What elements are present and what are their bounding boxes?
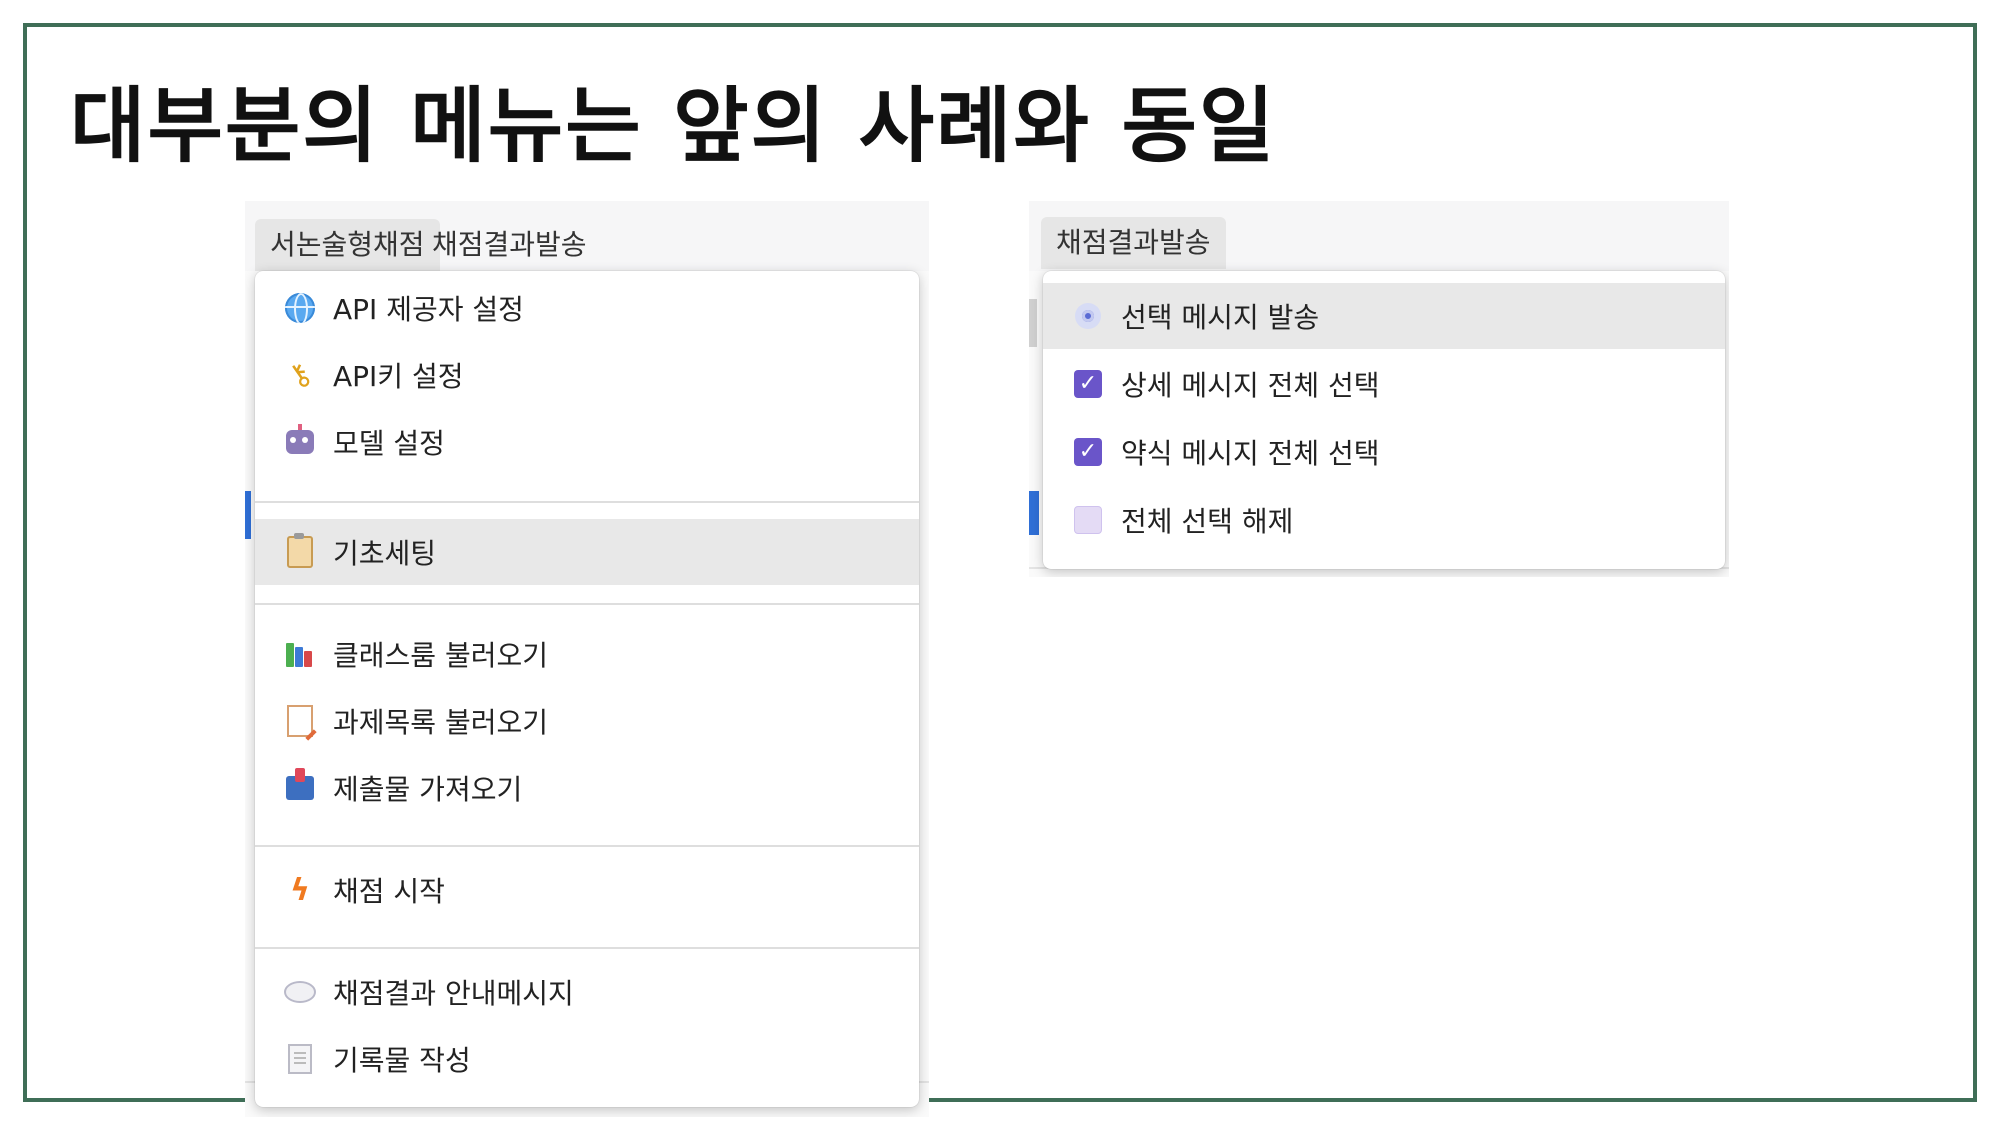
dropdown-menu: API 제공자 설정 ⚷ API키 설정 모델 설정 기초세팅 클래스룸 불러오… [255, 271, 919, 1107]
menu-separator [255, 603, 919, 605]
background-sheet-edge [1029, 299, 1037, 347]
menu-item-load-classroom[interactable]: 클래스룸 불러오기 [255, 621, 919, 687]
menu-item-result-message[interactable]: 채점결과 안내메시지 [255, 959, 919, 1025]
checkbox-checked-icon: ✓ [1071, 435, 1105, 469]
dropdown-menu: 선택 메시지 발송 ✓ 상세 메시지 전체 선택 ✓ 약식 메시지 전체 선택 … [1043, 271, 1725, 569]
checkbox-checked-icon: ✓ [1071, 367, 1105, 401]
lightning-icon: ϟ [290, 872, 310, 908]
menu-item-label: 제출물 가져오기 [333, 773, 523, 806]
menu-item-basic-settings[interactable]: 기초세팅 [255, 519, 919, 585]
menu-item-label: 채점결과 안내메시지 [333, 977, 574, 1010]
menu-tab-grading-results[interactable]: 채점결과발송 [417, 219, 602, 271]
menu-item-write-record[interactable]: 기록물 작성 [255, 1026, 919, 1092]
menu-item-label: 과제목록 불러오기 [333, 706, 548, 739]
menu-item-label: API키 설정 [333, 360, 464, 393]
menu-item-model[interactable]: 모델 설정 [255, 409, 919, 475]
menu-item-select-all-brief[interactable]: ✓ 약식 메시지 전체 선택 [1043, 419, 1725, 485]
menu-tab-grading-results[interactable]: 채점결과발송 [1041, 217, 1226, 269]
menu-item-label: 기록물 작성 [333, 1044, 471, 1077]
inbox-tray-icon [283, 768, 317, 805]
slide: 대부분의 메뉴는 앞의 사례와 동일 서논술형채점 채점결과발송 API 제공자… [23, 23, 1977, 1117]
memo-icon [283, 704, 317, 738]
menu-tab-essay-grading[interactable]: 서논술형채점 [255, 219, 440, 271]
menu-item-label: 채점 시작 [333, 875, 445, 908]
menu-item-load-assignments[interactable]: 과제목록 불러오기 [255, 688, 919, 754]
menu-item-label: API 제공자 설정 [333, 293, 524, 326]
background-sheet-selection [245, 491, 251, 539]
menu-item-label: 모델 설정 [333, 427, 445, 460]
background-sheet-selection [1029, 491, 1039, 535]
menu-item-select-all-detailed[interactable]: ✓ 상세 메시지 전체 선택 [1043, 351, 1725, 417]
left-menu-screenshot: 서논술형채점 채점결과발송 API 제공자 설정 ⚷ API키 설정 모델 설정… [245, 201, 929, 1117]
menu-separator [255, 845, 919, 847]
menu-item-label: 선택 메시지 발송 [1121, 301, 1320, 334]
menu-item-label: 클래스룸 불러오기 [333, 639, 548, 672]
key-icon: ⚷ [280, 354, 320, 396]
menu-item-api-provider[interactable]: API 제공자 설정 [255, 275, 919, 341]
menu-separator [255, 947, 919, 949]
document-icon [283, 1042, 317, 1076]
send-icon [1071, 299, 1105, 333]
books-icon [283, 637, 317, 671]
globe-icon [283, 291, 317, 325]
clipboard-icon [283, 533, 317, 569]
menu-item-start-grading[interactable]: ϟ 채점 시작 [255, 857, 919, 923]
menu-bar: 서논술형채점 채점결과발송 [245, 201, 929, 271]
right-menu-screenshot: 채점결과발송 선택 메시지 발송 ✓ 상세 메시지 전체 선택 ✓ 약식 메시지… [1029, 201, 1729, 577]
menu-item-label: 기초세팅 [333, 537, 437, 570]
menu-bar: 채점결과발송 [1029, 201, 1729, 271]
menu-item-send-selected[interactable]: 선택 메시지 발송 [1043, 283, 1725, 349]
menu-item-api-key[interactable]: ⚷ API키 설정 [255, 342, 919, 408]
menu-item-label: 상세 메시지 전체 선택 [1121, 369, 1380, 402]
menu-separator [255, 501, 919, 503]
menu-item-label: 약식 메시지 전체 선택 [1121, 437, 1380, 470]
menu-item-fetch-submissions[interactable]: 제출물 가져오기 [255, 755, 919, 821]
menu-item-label: 전체 선택 해제 [1121, 505, 1294, 538]
checkbox-empty-icon [1071, 503, 1105, 537]
speech-bubble-icon [283, 975, 317, 1009]
slide-title: 대부분의 메뉴는 앞의 사례와 동일 [70, 79, 1277, 174]
menu-item-deselect-all[interactable]: 전체 선택 해제 [1043, 487, 1725, 553]
robot-icon [283, 424, 317, 459]
